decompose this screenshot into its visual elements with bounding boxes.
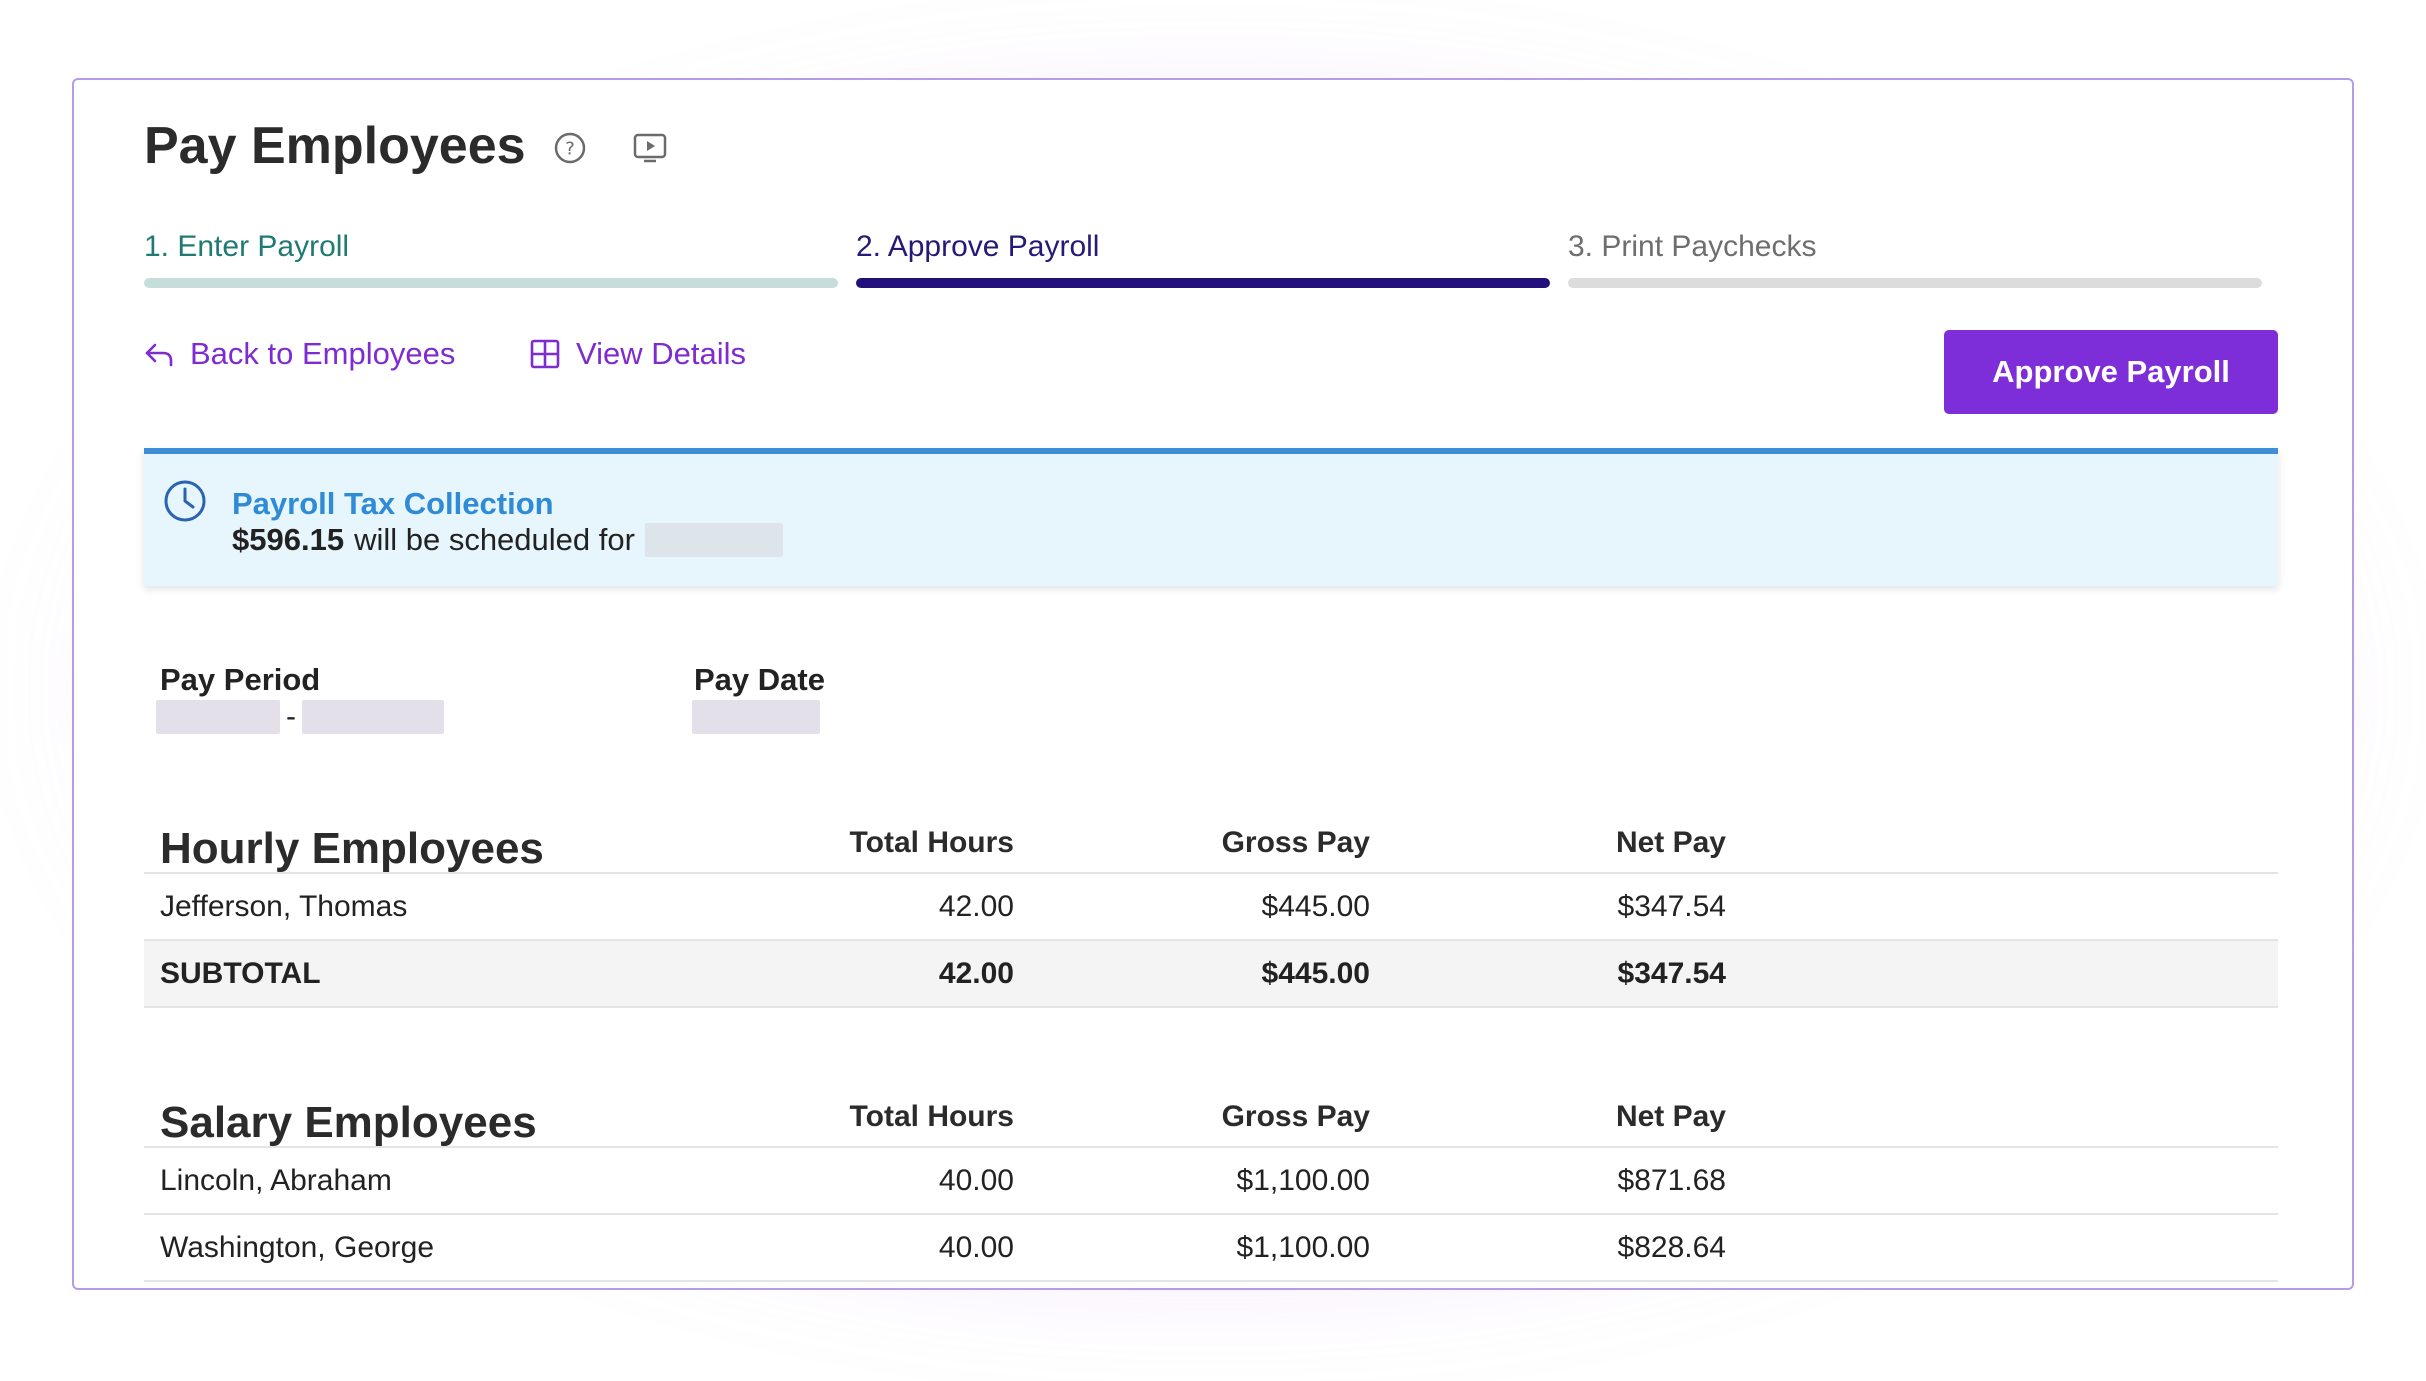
pay-period-value: - <box>156 700 444 734</box>
subtotal-gross: $445.00 <box>1261 957 1370 990</box>
gross-pay: $445.00 <box>1261 890 1370 923</box>
svg-text:?: ? <box>565 139 575 160</box>
subtotal-hours: 42.00 <box>938 957 1014 990</box>
redacted-end-date <box>302 700 444 734</box>
tax-amount: $596.15 <box>232 522 345 557</box>
column-header-net: Net Pay <box>1615 826 1726 859</box>
alert-title: Payroll Tax Collection <box>232 486 554 521</box>
column-header-gross: Gross Pay <box>1221 1100 1370 1133</box>
pay-employees-card: Pay Employees ? 1. Enter Payroll 2. Appr… <box>72 78 2354 1290</box>
redacted-start-date <box>156 700 280 734</box>
section-title: Hourly Employees <box>160 824 544 873</box>
employee-name: Lincoln, Abraham <box>160 1164 392 1197</box>
table-row[interactable]: Jefferson, Thomas 42.00 $445.00 $347.54 <box>144 874 2278 941</box>
video-icon[interactable] <box>628 126 672 170</box>
pay-period-label: Pay Period <box>160 662 321 697</box>
subtotal-net: $347.54 <box>1617 957 1726 990</box>
back-link-label: Back to Employees <box>190 336 456 371</box>
step-label: 3. Print Paychecks <box>1568 230 1817 263</box>
table-header: Hourly Employees Total Hours Gross Pay N… <box>144 790 2278 874</box>
employee-name: Washington, George <box>160 1231 435 1264</box>
step-enter-payroll[interactable]: 1. Enter Payroll <box>144 230 838 288</box>
table-row[interactable]: Washington, George 40.00 $1,100.00 $828.… <box>144 1215 2278 1282</box>
view-details-label: View Details <box>576 336 747 371</box>
alert-text: will be scheduled for <box>354 522 635 557</box>
step-label: 1. Enter Payroll <box>144 230 350 263</box>
column-header-hours: Total Hours <box>849 826 1014 859</box>
column-header-gross: Gross Pay <box>1221 826 1370 859</box>
net-pay: $828.64 <box>1617 1231 1726 1264</box>
hourly-employees-table: Hourly Employees Total Hours Gross Pay N… <box>144 790 2278 1008</box>
subtotal-row: SUBTOTAL 42.00 $445.00 $347.54 <box>144 941 2278 1008</box>
subtotal-label: SUBTOTAL <box>160 957 321 990</box>
redacted-pay-date <box>692 700 820 734</box>
step-print-paychecks[interactable]: 3. Print Paychecks <box>1568 230 2262 288</box>
table-row[interactable]: Lincoln, Abraham 40.00 $1,100.00 $871.68 <box>144 1148 2278 1215</box>
redacted-date <box>644 523 783 557</box>
help-icon[interactable]: ? <box>548 126 592 170</box>
net-pay: $347.54 <box>1617 890 1726 923</box>
step-progress-bar <box>144 278 838 288</box>
step-label: 2. Approve Payroll <box>856 230 1100 263</box>
step-progress-bar <box>856 278 1550 288</box>
grid-icon <box>530 339 560 369</box>
total-hours: 40.00 <box>938 1164 1014 1197</box>
employee-name: Jefferson, Thomas <box>160 890 408 923</box>
column-header-hours: Total Hours <box>849 1100 1014 1133</box>
approve-payroll-button[interactable]: Approve Payroll <box>1944 330 2278 414</box>
total-hours: 40.00 <box>938 1231 1014 1264</box>
alert-body: $596.15 will be scheduled for <box>232 522 783 558</box>
pay-date-label: Pay Date <box>694 662 825 697</box>
section-title: Salary Employees <box>160 1098 537 1147</box>
total-hours: 42.00 <box>938 890 1014 923</box>
clock-icon <box>164 480 206 522</box>
step-approve-payroll[interactable]: 2. Approve Payroll <box>856 230 1550 288</box>
pay-date-value <box>692 700 820 734</box>
gross-pay: $1,100.00 <box>1236 1231 1370 1264</box>
back-arrow-icon <box>145 343 173 367</box>
salary-employees-table: Salary Employees Total Hours Gross Pay N… <box>144 1064 2278 1282</box>
gross-pay: $1,100.00 <box>1236 1164 1370 1197</box>
step-progress-bar <box>1568 278 2262 288</box>
table-header: Salary Employees Total Hours Gross Pay N… <box>144 1064 2278 1148</box>
payroll-tax-alert: Payroll Tax Collection $596.15 will be s… <box>144 448 2278 586</box>
net-pay: $871.68 <box>1617 1164 1726 1197</box>
column-header-net: Net Pay <box>1615 1100 1726 1133</box>
view-details-link[interactable]: View Details <box>530 336 746 372</box>
back-to-employees-link[interactable]: Back to Employees <box>144 336 455 372</box>
date-separator: - <box>286 700 296 733</box>
page-title: Pay Employees <box>144 117 526 175</box>
